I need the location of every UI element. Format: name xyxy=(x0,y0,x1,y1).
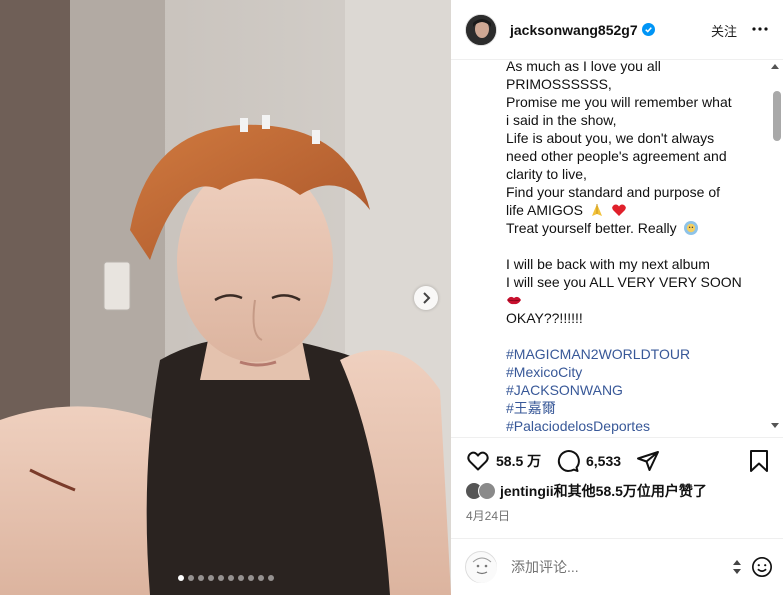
bookmark-icon[interactable] xyxy=(747,449,771,473)
hashtag-link[interactable]: #王嘉爾 xyxy=(506,399,768,417)
sort-stepper-icon[interactable] xyxy=(732,559,742,575)
hashtag-link[interactable]: #PalaciodelosDeportes xyxy=(506,417,768,435)
divider xyxy=(451,538,783,539)
caption-line: Life is about you, we don't always xyxy=(506,130,715,146)
caption-text: Treat yourself better. Really xyxy=(506,220,677,236)
default-avatar-icon xyxy=(467,553,497,583)
comment-count[interactable]: 6,533 xyxy=(586,453,621,469)
post-header: jacksonwang852g7 关注 xyxy=(451,0,783,60)
hashtag-link-text[interactable]: #PalaciodelosDeportes xyxy=(506,418,650,434)
post-details-panel: jacksonwang852g7 关注 As much as I love yo… xyxy=(451,0,783,595)
divider xyxy=(451,437,783,438)
scrollbar-thumb[interactable] xyxy=(773,91,781,141)
more-options-icon[interactable] xyxy=(751,22,769,36)
caption-line: I will be back with my next album xyxy=(506,256,710,272)
comment-input[interactable]: 添加评论... xyxy=(511,557,579,577)
caption-line-with-emoji: Treat yourself better. Really xyxy=(506,219,768,237)
chevron-right-icon xyxy=(423,292,431,304)
verified-badge-icon xyxy=(641,23,655,36)
post-media[interactable] xyxy=(0,0,451,595)
post-actions: 58.5 万 6,533 xyxy=(466,449,771,475)
follow-button[interactable]: 关注 xyxy=(711,21,737,40)
heart-icon[interactable] xyxy=(466,449,490,473)
share-action[interactable] xyxy=(636,449,660,473)
share-icon[interactable] xyxy=(636,449,660,473)
post-date[interactable]: 4月24日 xyxy=(466,507,510,524)
folded-hands-emoji-icon xyxy=(591,204,602,216)
smile-icon[interactable] xyxy=(751,556,773,578)
caption-line: PRIMOSSSSSS, xyxy=(506,76,612,92)
liked-by-text[interactable]: jentingii和其他58.5万位用户赞了 xyxy=(500,481,707,501)
comment-icon[interactable] xyxy=(556,449,580,473)
carousel-indicator xyxy=(0,575,451,581)
avatar-image xyxy=(466,14,496,45)
add-comment-row: 添加评论... xyxy=(465,550,775,584)
hashtag-link-text[interactable]: #MexicoCity xyxy=(506,364,582,380)
caption-line: clarity to live, xyxy=(506,166,587,182)
caption-line: Promise me you will remember what xyxy=(506,94,732,110)
caption-emoji-line xyxy=(506,291,768,309)
liker-avatar[interactable] xyxy=(478,482,496,500)
hashtag-link[interactable]: #MAGICMAN2WORLDTOUR xyxy=(506,345,768,363)
author-avatar[interactable] xyxy=(465,13,497,46)
carousel-next-button[interactable] xyxy=(414,286,438,310)
like-action[interactable]: 58.5 万 xyxy=(466,449,541,473)
caption-text: life AMIGOS xyxy=(506,202,584,218)
caption-scroll-area[interactable]: As much as I love you all PRIMOSSSSSS, P… xyxy=(451,60,783,436)
carousel-dot xyxy=(237,575,244,581)
lips-emoji-icon xyxy=(507,296,521,305)
hashtag-link[interactable]: #JACKSONWANG xyxy=(506,381,768,399)
carousel-dot xyxy=(267,575,274,581)
caption-line: need other people's agreement and xyxy=(506,148,727,164)
red-heart-emoji-icon xyxy=(612,204,626,216)
scrollbar-up-arrow[interactable] xyxy=(771,64,779,69)
caption-line-with-emoji: life AMIGOS xyxy=(506,201,768,219)
save-action[interactable] xyxy=(747,449,771,473)
caption-line: I will see you ALL VERY VERY SOON xyxy=(506,274,742,290)
scrollbar-down-arrow[interactable] xyxy=(771,423,779,428)
caption-line: i said in the show, xyxy=(506,112,617,128)
comment-action[interactable]: 6,533 xyxy=(556,449,621,473)
caption-line: OKAY??!!!!!! xyxy=(506,310,583,326)
face-emoji-icon xyxy=(683,221,698,235)
carousel-dot xyxy=(257,575,264,581)
post-caption: As much as I love you all PRIMOSSSSSS, P… xyxy=(506,60,768,435)
hashtag-link-text[interactable]: #MAGICMAN2WORLDTOUR xyxy=(506,346,690,362)
hashtag-link[interactable]: #MexicoCity xyxy=(506,363,768,381)
hashtag-link-text[interactable]: #王嘉爾 xyxy=(506,400,556,416)
caption-line: Find your standard and purpose of xyxy=(506,184,721,200)
carousel-dot xyxy=(197,575,204,581)
liked-by[interactable]: jentingii和其他58.5万位用户赞了 xyxy=(465,480,707,502)
hashtag-link-text[interactable]: #JACKSONWANG xyxy=(506,382,623,398)
carousel-dot xyxy=(177,575,184,581)
carousel-dot xyxy=(187,575,194,581)
post-photo xyxy=(0,0,451,595)
like-count[interactable]: 58.5 万 xyxy=(496,451,541,471)
current-user-avatar xyxy=(465,551,497,583)
carousel-dot xyxy=(247,575,254,581)
author-username[interactable]: jacksonwang852g7 xyxy=(510,22,638,38)
caption-line: As much as I love you all xyxy=(506,60,661,74)
carousel-dot xyxy=(217,575,224,581)
carousel-dot xyxy=(207,575,214,581)
carousel-dot xyxy=(227,575,234,581)
